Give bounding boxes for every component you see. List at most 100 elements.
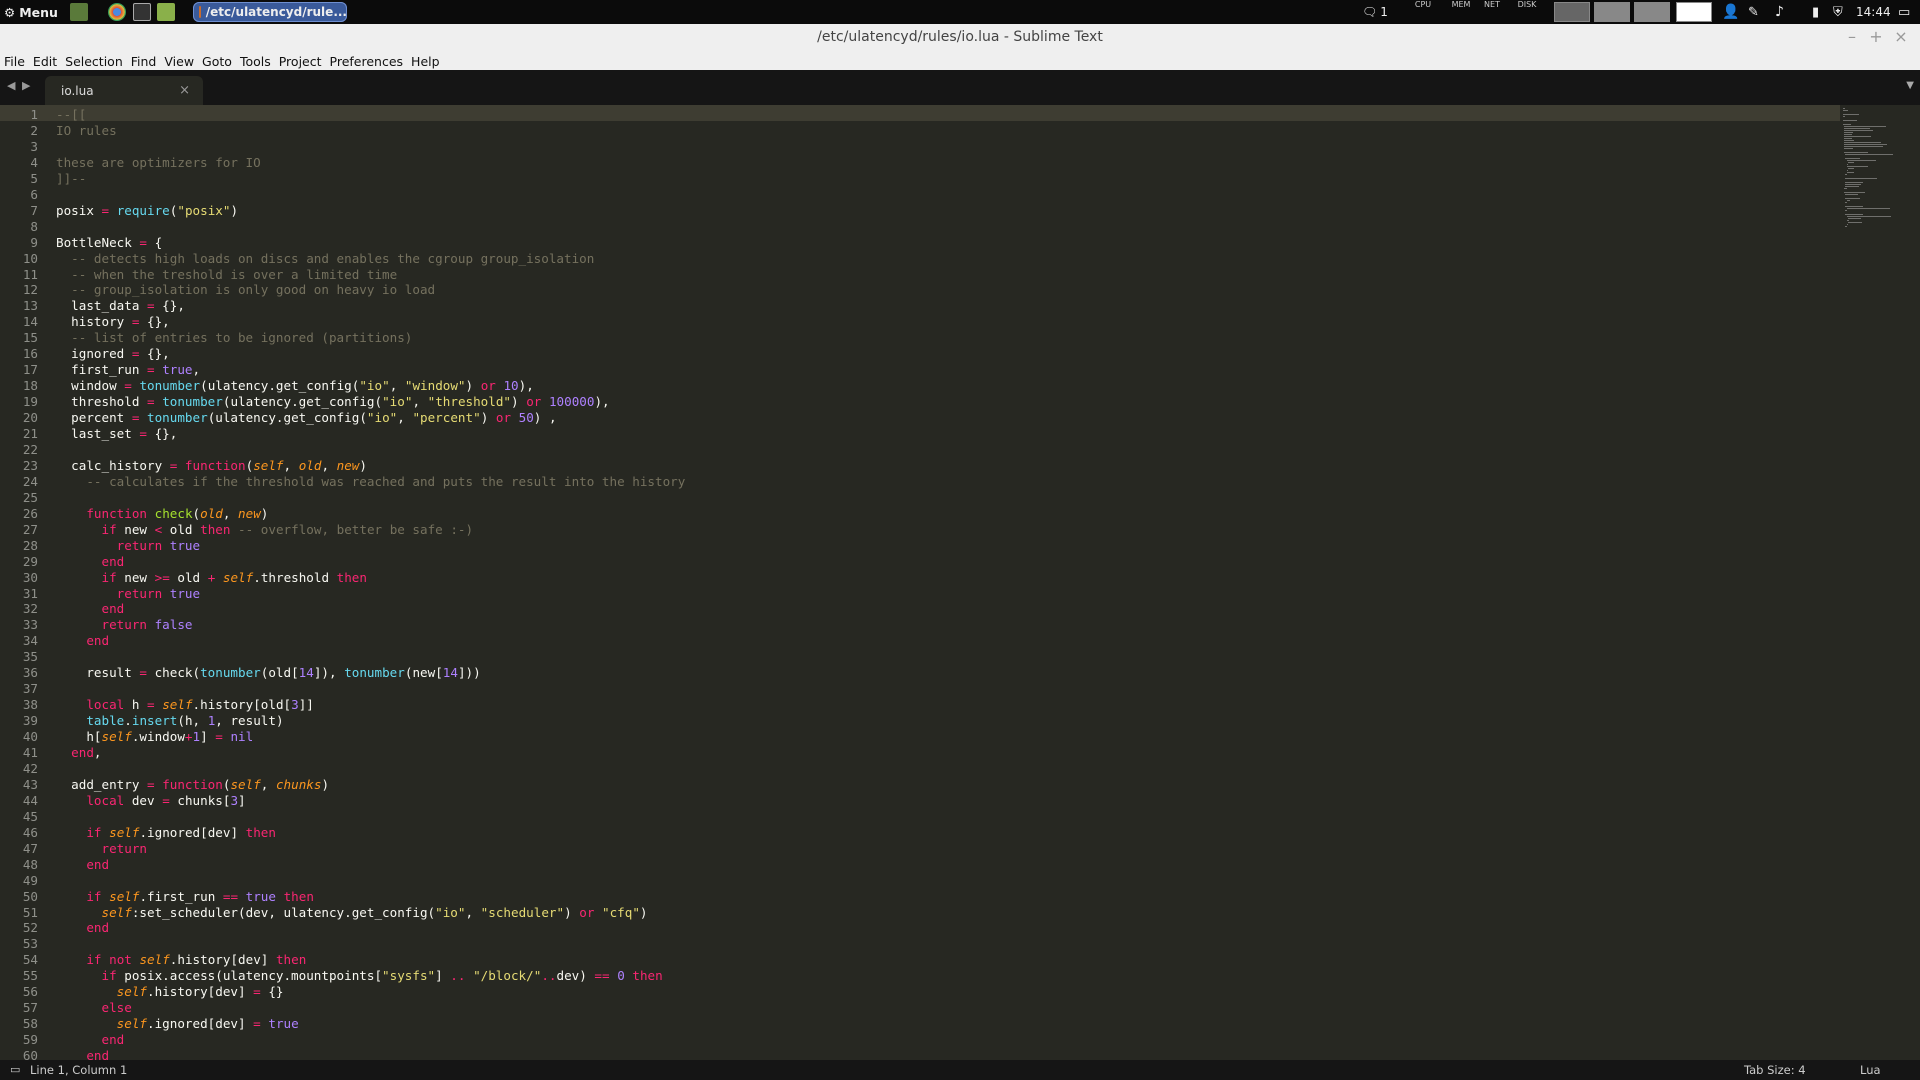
code-line[interactable]: local h = self.history[old[3]] (56, 697, 314, 713)
maximize-button[interactable]: + (1866, 27, 1886, 46)
nav-forward-icon[interactable]: ▶ (22, 79, 30, 92)
code-line[interactable]: calc_history = function(self, old, new) (56, 458, 367, 474)
panel-toggle-icon[interactable]: ▭ (10, 1063, 20, 1076)
workspace-2[interactable] (1594, 2, 1630, 22)
minimize-button[interactable]: – (1842, 27, 1862, 46)
code-line[interactable]: end, (56, 745, 101, 761)
code-line[interactable]: IO rules (56, 123, 117, 139)
show-desktop-icon[interactable]: ▭ (1898, 0, 1910, 24)
code-line[interactable]: self:set_scheduler(dev, ulatency.get_con… (56, 905, 648, 921)
code-line[interactable]: posix = require("posix") (56, 203, 238, 219)
code-line[interactable]: else (56, 1000, 132, 1016)
tab-dropdown-icon[interactable]: ▼ (1906, 80, 1914, 91)
line-number: 31 (22, 585, 38, 601)
code-line[interactable]: result = check(tonumber(old[14]), tonumb… (56, 665, 480, 681)
code-line[interactable]: if not self.history[dev] then (56, 952, 306, 968)
console-launcher-icon[interactable] (133, 3, 151, 21)
menu-edit[interactable]: Edit (29, 54, 61, 69)
code-line[interactable]: -- when the treshold is over a limited t… (56, 267, 397, 283)
tab-size-indicator[interactable]: Tab Size: 4 (1744, 1063, 1806, 1077)
code-line[interactable]: first_run = true, (56, 362, 200, 378)
code-line[interactable]: return false (56, 617, 193, 633)
code-line[interactable]: return true (56, 586, 200, 602)
workspace-1[interactable] (1554, 2, 1590, 22)
menu-help[interactable]: Help (407, 54, 444, 69)
code-line[interactable]: history = {}, (56, 314, 170, 330)
line-number: 34 (22, 633, 38, 649)
browser-launcher-icon[interactable] (108, 3, 126, 21)
notifications-indicator[interactable]: 🗨 1 (1362, 0, 1388, 24)
code-line[interactable]: if self.ignored[dev] then (56, 825, 276, 841)
code-line[interactable]: -- calculates if the threshold was reach… (56, 474, 685, 490)
code-line[interactable]: percent = tonumber(ulatency.get_config("… (56, 410, 556, 426)
code-line[interactable]: self.ignored[dev] = true (56, 1016, 299, 1032)
code-line[interactable]: end (56, 1048, 109, 1060)
code-line[interactable]: last_data = {}, (56, 298, 185, 314)
line-number: 2 (30, 122, 38, 138)
code-line[interactable]: end (56, 1032, 125, 1048)
menu-goto[interactable]: Goto (198, 54, 236, 69)
code-line[interactable]: if new >= old + self.threshold then (56, 570, 367, 586)
code-line[interactable]: local dev = chunks[3] (56, 793, 245, 809)
code-line[interactable]: these are optimizers for IO (56, 155, 261, 171)
code-line[interactable]: threshold = tonumber(ulatency.get_config… (56, 394, 609, 410)
menu-file[interactable]: File (0, 54, 29, 69)
code-line[interactable]: return true (56, 538, 200, 554)
code-line[interactable]: function check(old, new) (56, 506, 268, 522)
syntax-indicator[interactable]: Lua (1860, 1063, 1881, 1077)
code-line[interactable]: last_set = {}, (56, 426, 177, 442)
menu-tools[interactable]: Tools (236, 54, 275, 69)
code-line[interactable]: if self.first_run == true then (56, 889, 314, 905)
code-line[interactable]: table.insert(h, 1, result) (56, 713, 283, 729)
code-line[interactable]: ignored = {}, (56, 346, 170, 362)
line-number: 23 (22, 457, 38, 473)
code-line[interactable]: -- group_isolation is only good on heavy… (56, 282, 435, 298)
code-line[interactable]: end (56, 920, 109, 936)
menu-view[interactable]: View (160, 54, 198, 69)
menu-find[interactable]: Find (127, 54, 161, 69)
minimap-line (1844, 148, 1853, 149)
taskbar-item-label: /etc/ulatencyd/rule... (205, 5, 347, 19)
workspace-4[interactable] (1676, 2, 1712, 22)
code-line[interactable]: if new < old then -- overflow, better be… (56, 522, 474, 538)
code-line[interactable]: -- detects high loads on discs and enabl… (56, 251, 594, 267)
clock[interactable]: 14:44 (1856, 0, 1891, 24)
code-line[interactable]: end (56, 857, 109, 873)
minimap[interactable] (1843, 108, 1903, 248)
code-line[interactable]: --[[ (56, 107, 86, 123)
code-line[interactable]: window = tonumber(ulatency.get_config("i… (56, 378, 534, 394)
tab-io-lua[interactable]: io.lua × (45, 76, 203, 105)
close-window-button[interactable]: × (1891, 27, 1911, 46)
minimap-line (1846, 224, 1849, 225)
shield-icon[interactable]: ⛨ (1833, 0, 1843, 24)
code-line[interactable]: add_entry = function(self, chunks) (56, 777, 329, 793)
taskbar-item-sublime[interactable]: /etc/ulatencyd/rule... (193, 2, 347, 22)
menu-preferences[interactable]: Preferences (326, 54, 408, 69)
battery-icon[interactable]: ▮ (1812, 0, 1819, 24)
code-line[interactable]: ]]-- (56, 171, 86, 187)
menu-project[interactable]: Project (275, 54, 326, 69)
terminal-launcher-icon[interactable] (70, 3, 88, 21)
code-line[interactable]: -- list of entries to be ignored (partit… (56, 330, 412, 346)
nav-back-icon[interactable]: ◀ (7, 79, 15, 92)
line-number: 19 (22, 394, 38, 410)
user-icon[interactable]: 👤 (1722, 0, 1739, 24)
code-line[interactable]: end (56, 601, 125, 617)
code-line[interactable]: BottleNeck = { (56, 235, 162, 251)
code-line[interactable]: if posix.access(ulatency.mountpoints["sy… (56, 968, 663, 984)
code-editor[interactable]: 1 2 3 4 5 6 7 8 9 10 11 12 13 14 15 16 17 18 19 20 21 22 23 24 2… (0, 105, 1920, 1060)
window-titlebar[interactable]: /etc/ulatencyd/rules/io.lua - Sublime Te… (0, 24, 1920, 52)
app-menu-button[interactable]: ⚙ Menu (4, 0, 58, 24)
tab-close-button[interactable]: × (179, 83, 190, 98)
code-line[interactable]: end (56, 633, 109, 649)
code-line[interactable]: h[self.window+1] = nil (56, 729, 253, 745)
code-line[interactable]: return (56, 841, 148, 857)
line-number: 8 (30, 218, 38, 234)
code-line[interactable]: end (56, 554, 125, 570)
menu-selection[interactable]: Selection (61, 54, 127, 69)
pen-icon[interactable]: ✎ (1748, 0, 1759, 24)
workspace-3[interactable] (1634, 2, 1670, 22)
code-line[interactable]: self.history[dev] = {} (56, 984, 284, 1000)
music-note-icon[interactable]: ♪ (1775, 0, 1784, 24)
files-launcher-icon[interactable] (157, 3, 175, 21)
